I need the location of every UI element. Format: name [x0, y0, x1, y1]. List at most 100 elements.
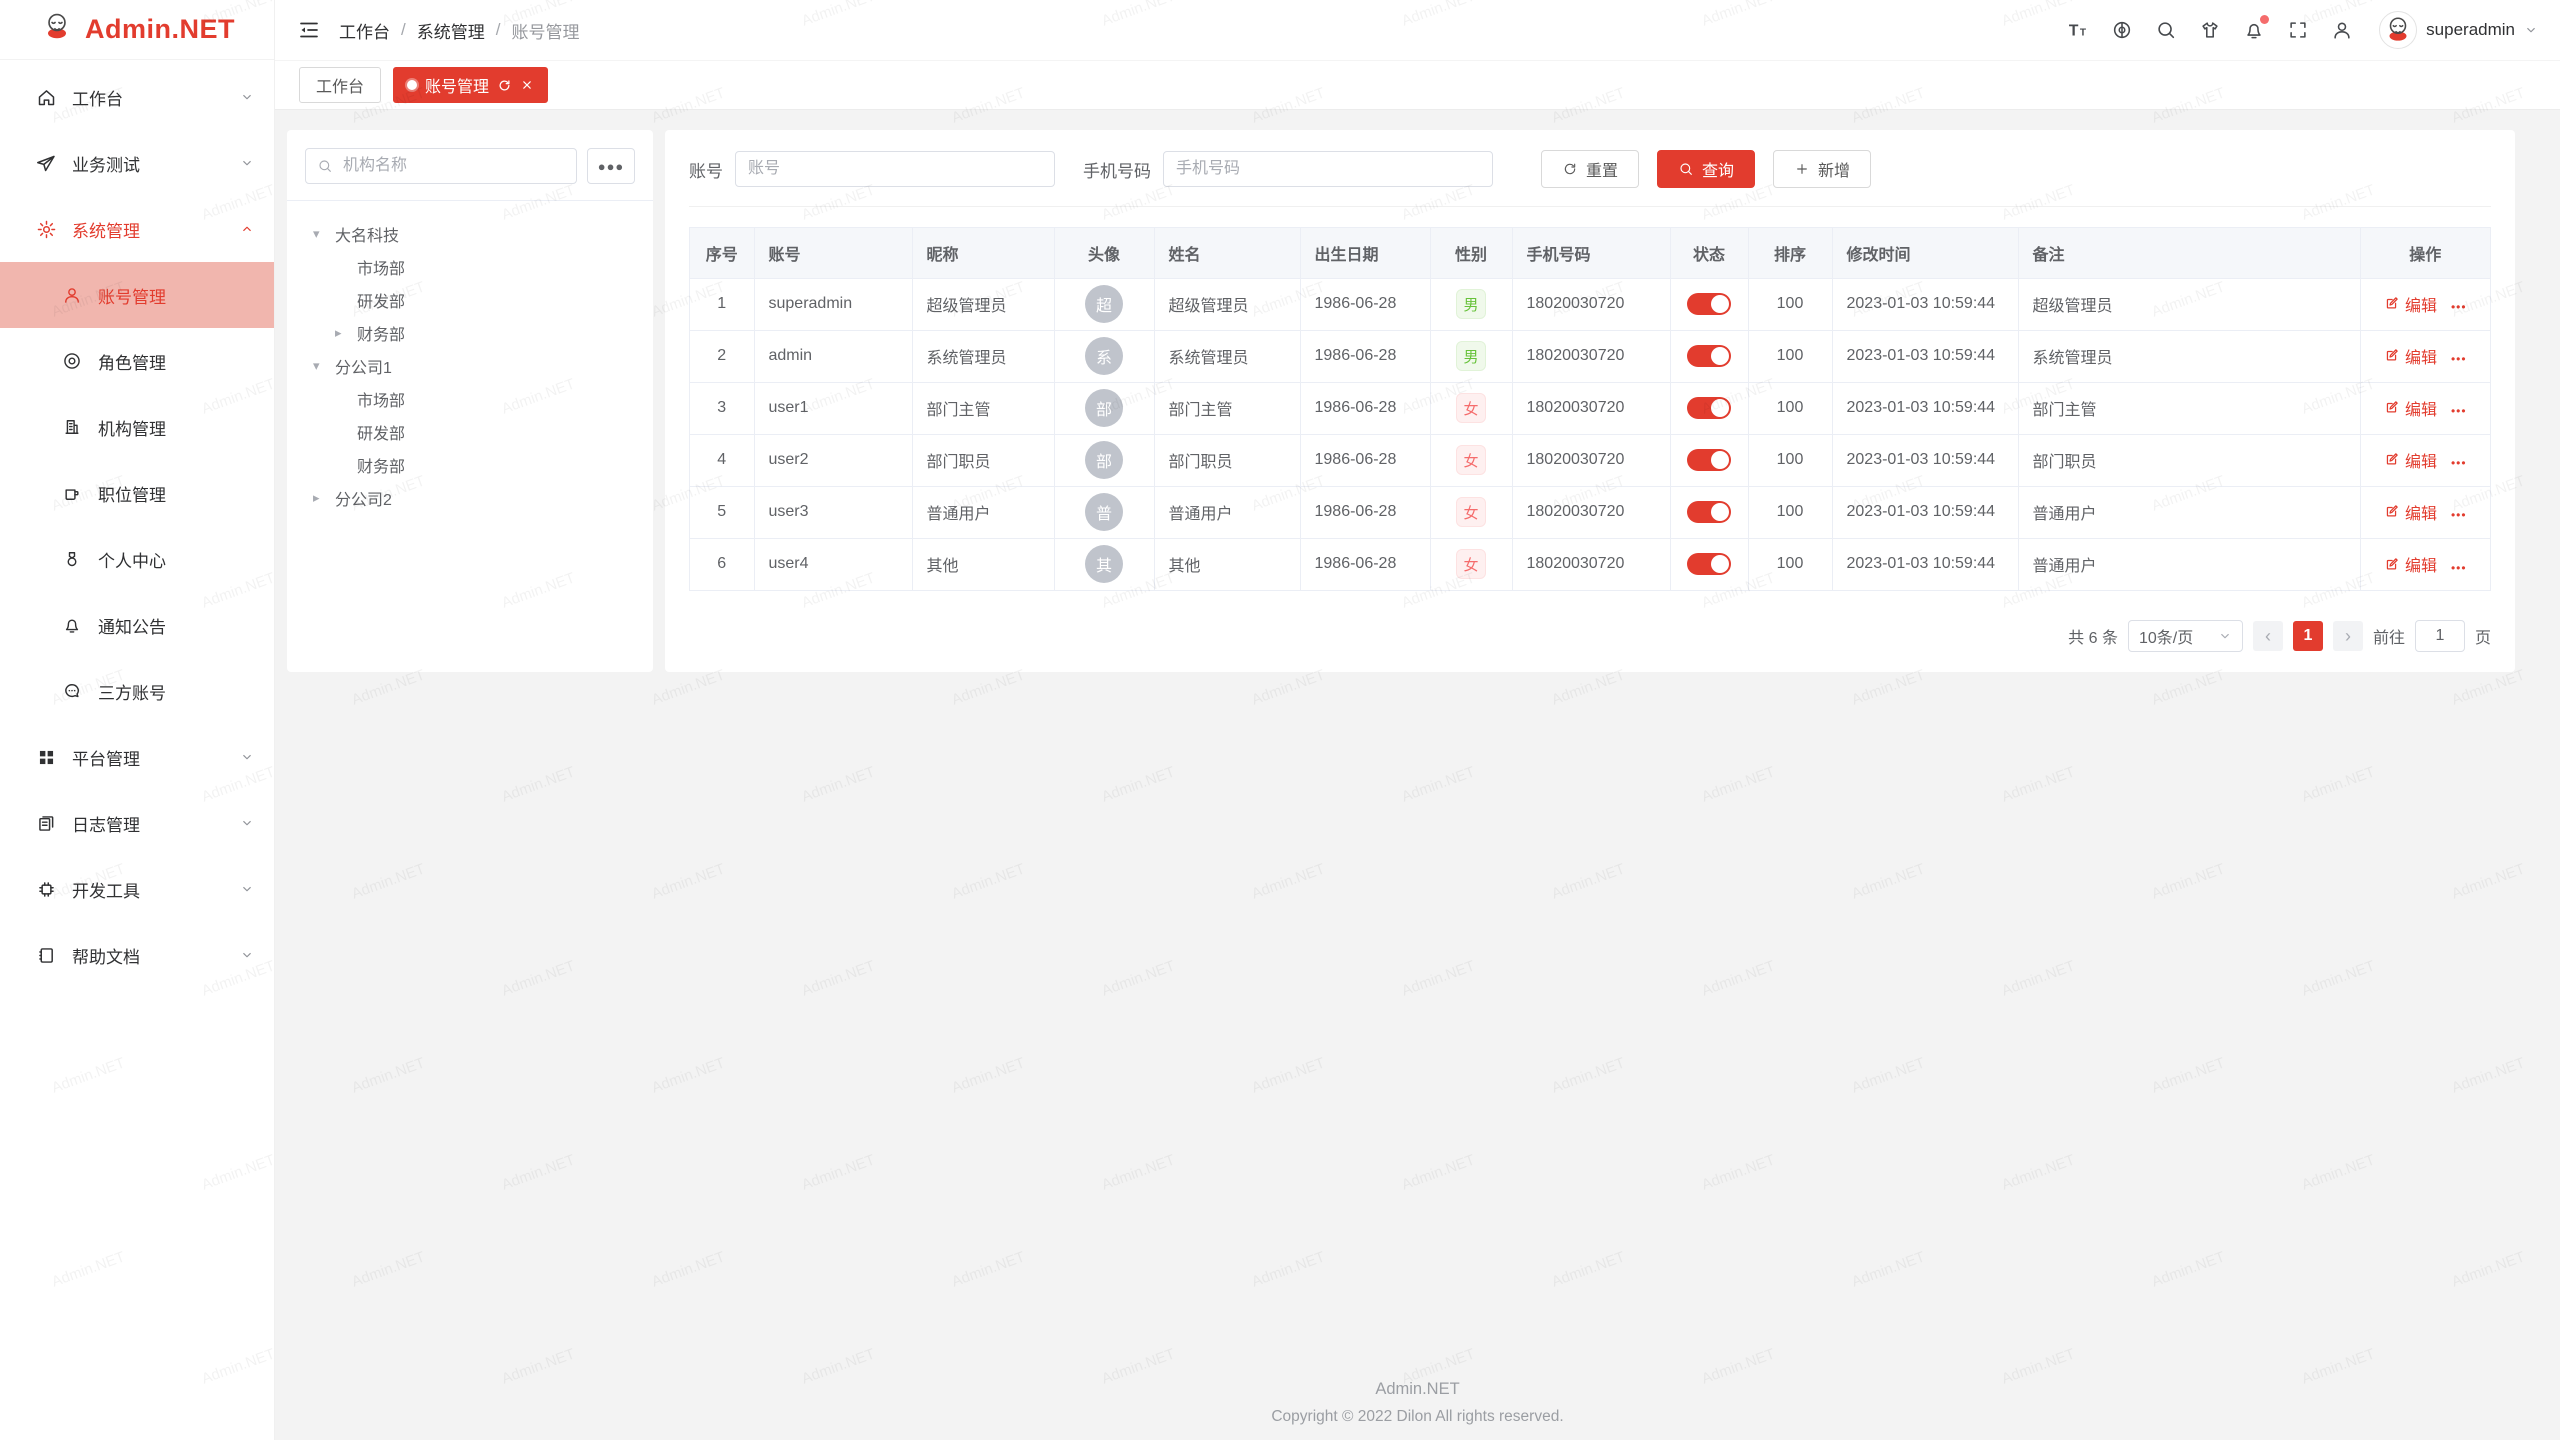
- chevron-down-icon: [240, 90, 254, 104]
- sidebar-item-devtools[interactable]: 开发工具: [0, 856, 274, 922]
- status-toggle[interactable]: [1687, 293, 1731, 315]
- edit-label: 编辑: [2405, 396, 2437, 420]
- logo[interactable]: Admin.NET: [0, 0, 274, 60]
- tree-node[interactable]: ▾分公司1: [305, 349, 635, 382]
- sidebar-item-role[interactable]: 角色管理: [0, 328, 274, 394]
- bell-icon[interactable]: [2243, 19, 2265, 41]
- user-menu[interactable]: superadmin: [2379, 11, 2538, 49]
- tab-account-management[interactable]: 账号管理: [393, 67, 548, 103]
- cell-mtime: 2023-01-03 10:59:44: [1832, 330, 2018, 382]
- sidebar-item-label: 帮助文档: [72, 943, 140, 968]
- status-toggle[interactable]: [1687, 553, 1731, 575]
- home-icon: [36, 87, 57, 108]
- sidebar-item-logs[interactable]: 日志管理: [0, 790, 274, 856]
- refresh-icon[interactable]: [497, 78, 512, 93]
- language-icon[interactable]: [2111, 19, 2133, 41]
- sidebar: Admin.NET 工作台业务测试系统管理账号管理角色管理机构管理职位管理个人中…: [0, 0, 275, 1440]
- tree-node[interactable]: 财务部: [305, 448, 635, 481]
- tree-node[interactable]: 市场部: [305, 382, 635, 415]
- logs-icon: [36, 813, 57, 834]
- edit-button[interactable]: 编辑: [2384, 500, 2437, 524]
- search-icon[interactable]: [2155, 19, 2177, 41]
- status-toggle[interactable]: [1687, 345, 1731, 367]
- row-more-button[interactable]: •••: [2451, 508, 2467, 522]
- org-search-input[interactable]: [341, 156, 565, 176]
- sidebar-item-label: 机构管理: [98, 415, 166, 440]
- sidebar-item-org[interactable]: 机构管理: [0, 394, 274, 460]
- theme-icon[interactable]: [2199, 19, 2221, 41]
- accounts-table: 序号账号昵称头像姓名出生日期性别手机号码状态排序修改时间备注操作 1supera…: [689, 227, 2491, 591]
- sidebar-item-account[interactable]: 账号管理: [0, 262, 274, 328]
- brand-name: Admin.NET: [85, 14, 235, 45]
- cell-status: [1670, 434, 1748, 486]
- sidebar-item-notice[interactable]: 通知公告: [0, 592, 274, 658]
- tree-node[interactable]: ▸财务部: [305, 316, 635, 349]
- reset-button[interactable]: 重置: [1541, 150, 1639, 188]
- status-toggle[interactable]: [1687, 449, 1731, 471]
- sidebar-item-position[interactable]: 职位管理: [0, 460, 274, 526]
- collapse-sidebar-icon[interactable]: [297, 18, 321, 42]
- account-input[interactable]: [735, 151, 1055, 187]
- sidebar-item-label: 个人中心: [98, 547, 166, 572]
- sidebar-item-third-account[interactable]: 三方账号: [0, 658, 274, 724]
- tree-node[interactable]: ▸分公司2: [305, 481, 635, 514]
- cell-ops: 编辑 •••: [2360, 486, 2490, 538]
- row-more-button[interactable]: •••: [2451, 300, 2467, 314]
- person-icon[interactable]: [2331, 19, 2353, 41]
- sidebar-item-workbench[interactable]: 工作台: [0, 64, 274, 130]
- close-icon[interactable]: [520, 78, 534, 92]
- gender-badge: 女: [1456, 393, 1486, 423]
- page-size-select[interactable]: 10条/页: [2128, 620, 2243, 652]
- tab-workbench[interactable]: 工作台: [299, 67, 381, 103]
- tree-node[interactable]: 市场部: [305, 250, 635, 283]
- row-more-button[interactable]: •••: [2451, 456, 2467, 470]
- sidebar-item-profile-center[interactable]: 个人中心: [0, 526, 274, 592]
- add-button[interactable]: 新增: [1773, 150, 1871, 188]
- edit-button[interactable]: 编辑: [2384, 344, 2437, 368]
- edit-button[interactable]: 编辑: [2384, 292, 2437, 316]
- tree-node[interactable]: ▾大名科技: [305, 217, 635, 250]
- tree-node[interactable]: 研发部: [305, 283, 635, 316]
- breadcrumb-item[interactable]: 系统管理: [417, 18, 485, 43]
- edit-button[interactable]: 编辑: [2384, 448, 2437, 472]
- status-toggle[interactable]: [1687, 501, 1731, 523]
- row-more-button[interactable]: •••: [2451, 352, 2467, 366]
- tree-more-button[interactable]: ●●●: [587, 148, 635, 184]
- goto-page-input[interactable]: [2415, 620, 2465, 652]
- sidebar-item-label: 角色管理: [98, 349, 166, 374]
- role-icon: [62, 351, 83, 372]
- breadcrumb-item[interactable]: 工作台: [339, 18, 390, 43]
- sidebar-item-label: 业务测试: [72, 151, 140, 176]
- next-page-button[interactable]: ›: [2333, 621, 2363, 651]
- sidebar-item-business-test[interactable]: 业务测试: [0, 130, 274, 196]
- org-search-row: ●●●: [305, 148, 635, 184]
- query-button[interactable]: 查询: [1657, 150, 1755, 188]
- row-more-button[interactable]: •••: [2451, 561, 2467, 575]
- column-header: 备注: [2018, 228, 2360, 278]
- cell-ops: 编辑 •••: [2360, 538, 2490, 590]
- cell-account: admin: [754, 330, 912, 382]
- footer: Admin.NET Copyright © 2022 Dilon All rig…: [275, 1380, 2560, 1426]
- breadcrumb: 工作台/系统管理/账号管理: [339, 18, 579, 43]
- cell-avatar: 其: [1054, 538, 1154, 590]
- cell-index: 4: [690, 434, 754, 486]
- plus-icon: [1794, 161, 1810, 177]
- cell-gender: 女: [1430, 434, 1512, 486]
- edit-button[interactable]: 编辑: [2384, 552, 2437, 576]
- sidebar-item-docs[interactable]: 帮助文档: [0, 922, 274, 988]
- chevron-down-icon: [240, 750, 254, 764]
- fontsize-icon[interactable]: TT: [2067, 19, 2089, 41]
- prev-page-button[interactable]: ‹: [2253, 621, 2283, 651]
- sidebar-item-system[interactable]: 系统管理: [0, 196, 274, 262]
- fullscreen-icon[interactable]: [2287, 19, 2309, 41]
- tree-node[interactable]: 研发部: [305, 415, 635, 448]
- table-row: 3user1部门主管部部门主管1986-06-28女18020030720100…: [690, 382, 2490, 434]
- edit-button[interactable]: 编辑: [2384, 396, 2437, 420]
- org-search[interactable]: [305, 148, 577, 184]
- status-toggle[interactable]: [1687, 397, 1731, 419]
- phone-input[interactable]: [1163, 151, 1493, 187]
- cell-birthday: 1986-06-28: [1300, 538, 1430, 590]
- page-1-button[interactable]: 1: [2293, 621, 2323, 651]
- row-more-button[interactable]: •••: [2451, 404, 2467, 418]
- sidebar-item-platform[interactable]: 平台管理: [0, 724, 274, 790]
